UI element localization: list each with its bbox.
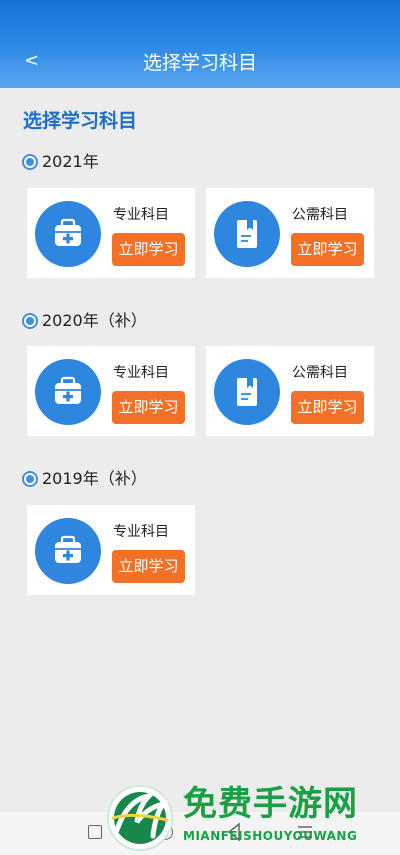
year-label: 2020年（补） [42,311,147,330]
medical-kit-icon [35,518,101,584]
study-now-button[interactable]: 立即学习 [291,391,364,424]
subject-name: 专业科目 [113,524,169,540]
subject-card-professional[interactable]: 专业科目 立即学习 [27,505,195,595]
year-label: 2019年（补） [42,469,147,488]
study-now-button[interactable]: 立即学习 [112,550,185,583]
subject-card-professional[interactable]: 专业科目 立即学习 [27,188,195,278]
subject-card-public[interactable]: 公需科目 立即学习 [206,346,374,436]
watermark: 免费手游网 MIANFEISHOUYOUWANG [103,780,395,855]
radio-icon [22,471,38,487]
subject-card-public[interactable]: 公需科目 立即学习 [206,188,374,278]
recent-apps-icon[interactable] [88,825,102,839]
study-now-button[interactable]: 立即学习 [112,391,185,424]
year-label: 2021年 [42,152,99,171]
section-title: 选择学习科目 [23,110,138,132]
book-icon [214,359,280,425]
book-icon [214,201,280,267]
app-header: < 选择学习科目 [0,0,400,88]
subject-name: 专业科目 [113,207,169,223]
medical-kit-icon [35,201,101,267]
subject-card-professional[interactable]: 专业科目 立即学习 [27,346,195,436]
medical-kit-icon [35,359,101,425]
subject-name: 专业科目 [113,365,169,381]
year-heading: 2020年（补） [22,310,147,332]
year-heading: 2019年（补） [22,468,147,490]
watermark-subtitle: MIANFEISHOUYOUWANG [183,829,358,843]
radio-icon [22,154,38,170]
page-title: 选择学习科目 [142,52,257,74]
study-now-button[interactable]: 立即学习 [291,233,364,266]
subject-name: 公需科目 [292,365,348,381]
watermark-logo-icon [107,785,173,851]
year-heading: 2021年 [22,151,99,173]
watermark-title: 免费手游网 [183,784,358,824]
study-now-button[interactable]: 立即学习 [112,233,185,266]
subject-name: 公需科目 [292,207,348,223]
radio-icon [22,313,38,329]
